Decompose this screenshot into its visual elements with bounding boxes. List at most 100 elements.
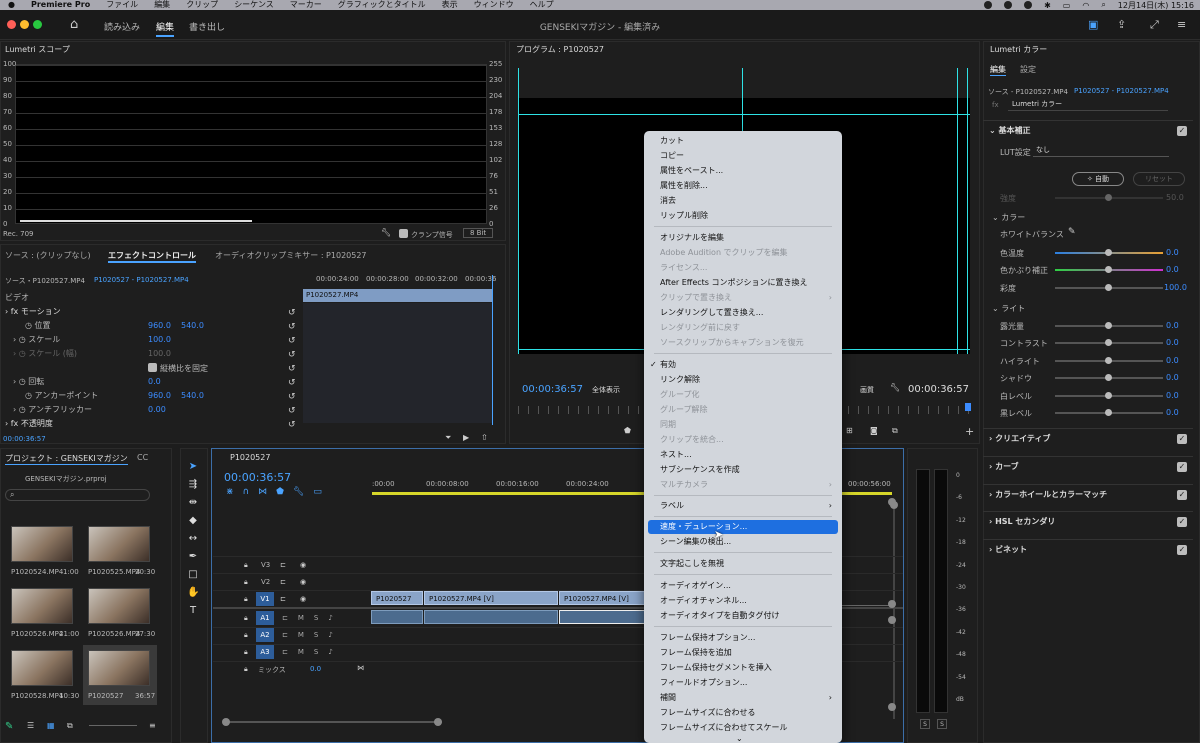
- icon-view-icon[interactable]: ▦: [47, 721, 55, 730]
- apple-menu-icon[interactable]: ●: [8, 0, 15, 10]
- contrast-value[interactable]: 0.0: [1166, 338, 1179, 347]
- temp-slider[interactable]: [1055, 249, 1163, 256]
- menu-item-copy[interactable]: コピー: [648, 149, 838, 163]
- menu-item-edit-original[interactable]: オリジナルを編集: [648, 231, 838, 245]
- lock-icon[interactable]: 🔒︎: [244, 561, 248, 570]
- bluetooth-icon[interactable]: ✱: [1044, 1, 1051, 10]
- section-creative[interactable]: › クリエイティブ ✓: [983, 428, 1193, 448]
- slider-knob[interactable]: [1105, 249, 1112, 256]
- lock-icon[interactable]: 🔒︎: [244, 631, 248, 640]
- menu-icon[interactable]: ≡: [1177, 18, 1186, 31]
- minimize-window-button[interactable]: [20, 20, 29, 29]
- program-playhead[interactable]: [965, 403, 971, 411]
- menu-item-paste-attributes[interactable]: 属性をペースト...: [648, 164, 838, 178]
- battery-icon[interactable]: ▭: [1063, 1, 1071, 10]
- tab-cc[interactable]: CC: [137, 453, 148, 462]
- scale-value[interactable]: 100.0: [148, 335, 171, 344]
- ripple-edit-tool-icon[interactable]: ⇹: [187, 497, 199, 509]
- slider-knob[interactable]: [1105, 374, 1112, 381]
- audio-track-controls[interactable]: ⊏MS♪: [282, 648, 343, 656]
- vscroll-knob[interactable]: [888, 703, 896, 711]
- slider-knob[interactable]: [1105, 322, 1112, 329]
- list-view-icon[interactable]: ☰: [27, 721, 34, 730]
- menu-item-label-submenu[interactable]: ラベル ›: [648, 499, 838, 513]
- workspace-export-tab[interactable]: 書き出し: [189, 20, 225, 33]
- type-tool-icon[interactable]: T: [187, 605, 199, 617]
- tint-value[interactable]: 0.0: [1166, 265, 1179, 274]
- position-row[interactable]: ◷ 位置: [25, 320, 51, 331]
- hand-tool-icon[interactable]: ✋: [187, 587, 199, 599]
- section-checkbox[interactable]: ✓: [1177, 462, 1187, 472]
- clip-thumbnail[interactable]: [88, 588, 150, 624]
- slider-knob[interactable]: [1105, 357, 1112, 364]
- program-timecode[interactable]: 00:00:36:57: [522, 384, 583, 395]
- clip-thumbnail[interactable]: [88, 526, 150, 562]
- clip-thumbnail[interactable]: [11, 526, 73, 562]
- audio-clip[interactable]: [559, 610, 645, 624]
- menu-help[interactable]: ヘルプ: [530, 0, 554, 10]
- menu-edit[interactable]: 編集: [154, 0, 170, 10]
- sat-slider[interactable]: [1055, 284, 1163, 291]
- lock-icon[interactable]: 🔒︎: [244, 648, 248, 657]
- selection-tool-icon[interactable]: ➤: [187, 461, 199, 473]
- exposure-value[interactable]: 0.0: [1166, 321, 1179, 330]
- slider-knob[interactable]: [1105, 409, 1112, 416]
- intensity-slider[interactable]: [1055, 194, 1163, 201]
- audio-track-controls[interactable]: ⊏MS♪: [282, 631, 343, 639]
- eye-icon[interactable]: ◉: [300, 595, 306, 603]
- vscroll-bottom-knob[interactable]: [888, 600, 896, 608]
- track-v3-label[interactable]: V3: [261, 561, 270, 569]
- clip-thumbnail[interactable]: [88, 650, 150, 686]
- section-vignette[interactable]: › ビネット ✓: [983, 539, 1193, 559]
- whites-value[interactable]: 0.0: [1166, 391, 1179, 400]
- lumetri-sequence[interactable]: P1020527 - P1020527.MP4: [1074, 87, 1169, 95]
- compare-icon[interactable]: ⊞: [846, 426, 853, 435]
- reset-button[interactable]: リセット: [1133, 172, 1185, 186]
- share-icon[interactable]: ⇪: [1117, 18, 1126, 31]
- app-menu[interactable]: Premiere Pro: [31, 0, 90, 10]
- menu-item-ripple-delete[interactable]: リップル削除: [648, 209, 838, 223]
- vscroll-top-knob[interactable]: [888, 498, 896, 506]
- section-checkbox[interactable]: ✓: [1177, 517, 1187, 527]
- eyedropper-icon[interactable]: ✎: [1068, 227, 1076, 237]
- menu-item-make-subsequence[interactable]: サブシーケンスを作成: [648, 463, 838, 477]
- timeline-clip[interactable]: P1020527: [371, 591, 423, 605]
- menu-item-field-options[interactable]: フィールドオプション...: [648, 676, 838, 690]
- menu-item-frame-hold-options[interactable]: フレーム保持オプション...: [648, 631, 838, 645]
- mix-value[interactable]: 0.0: [310, 665, 321, 673]
- status-icon[interactable]: [984, 1, 993, 9]
- lumetri-tab-settings[interactable]: 設定: [1020, 64, 1036, 75]
- menu-graphics[interactable]: グラフィックとタイトル: [338, 0, 426, 10]
- hscroll-right-knob[interactable]: [434, 718, 442, 726]
- scale-row[interactable]: › ◷ スケール: [13, 334, 60, 345]
- slider-knob[interactable]: [1105, 266, 1112, 273]
- freeform-view-icon[interactable]: ⧉: [67, 721, 73, 731]
- solo-left-button[interactable]: S: [920, 719, 930, 729]
- track-v1-label[interactable]: V1: [256, 592, 274, 606]
- play-only-audio-icon[interactable]: ▶: [463, 433, 469, 442]
- track-select-tool-icon[interactable]: ⇶: [187, 479, 199, 491]
- menu-item-insert-frame-hold[interactable]: フレーム保持セグメントを挿入: [648, 661, 838, 675]
- exposure-slider[interactable]: [1055, 322, 1163, 329]
- menu-sequence[interactable]: シーケンス: [234, 0, 274, 10]
- quality-select[interactable]: 画質: [860, 385, 874, 395]
- intensity-value[interactable]: 50.0: [1166, 193, 1184, 202]
- pencil-icon[interactable]: ✎: [5, 721, 13, 732]
- timeline-hscroll[interactable]: [224, 721, 442, 723]
- datetime[interactable]: 12月14日(木) 15:16: [1118, 0, 1194, 10]
- timeline-clip[interactable]: P1020527.MP4 [V]: [424, 591, 558, 605]
- menu-item-scene-edit-detection[interactable]: シーン編集の検出...: [648, 535, 838, 549]
- quick-export-icon[interactable]: ▣: [1088, 18, 1098, 31]
- highlights-value[interactable]: 0.0: [1166, 356, 1179, 365]
- camera-icon[interactable]: ◙: [870, 426, 878, 435]
- clamp-checkbox[interactable]: [399, 229, 408, 238]
- button-editor-icon[interactable]: ⧉: [892, 426, 898, 436]
- vscroll-knob[interactable]: [888, 616, 896, 624]
- section-color-wheels[interactable]: › カラーホイールとカラーマッチ ✓: [983, 484, 1193, 504]
- add-marker-icon[interactable]: ⬟: [624, 426, 631, 435]
- anchor-x[interactable]: 960.0: [148, 391, 171, 400]
- ec-clip-bar[interactable]: P1020527.MP4: [303, 289, 493, 302]
- track-a1-label[interactable]: A1: [256, 611, 274, 625]
- status-icon[interactable]: [1004, 1, 1013, 9]
- rotation-row[interactable]: › ◷ 回転: [13, 376, 44, 387]
